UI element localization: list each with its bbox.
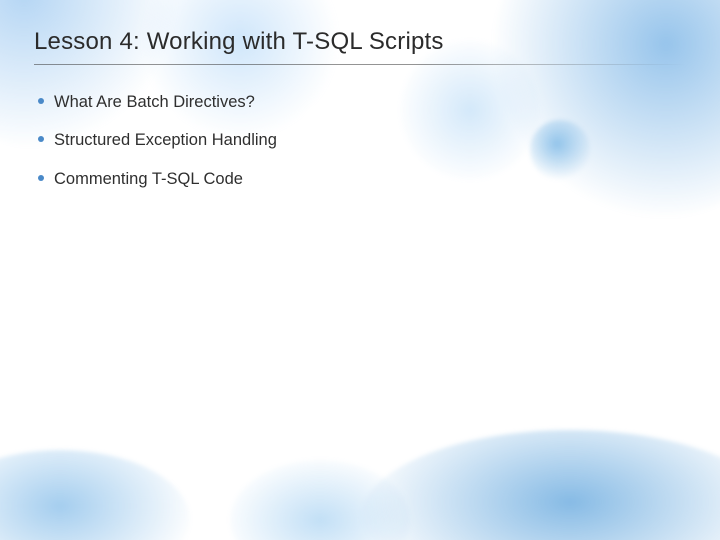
bg-blob	[0, 450, 190, 540]
slide-title: Lesson 4: Working with T-SQL Scripts	[34, 28, 686, 62]
list-item: What Are Batch Directives?	[38, 83, 686, 121]
list-item: Structured Exception Handling	[38, 121, 686, 159]
bullet-text: Commenting T-SQL Code	[54, 170, 243, 188]
list-item: Commenting T-SQL Code	[38, 160, 686, 198]
title-block: Lesson 4: Working with T-SQL Scripts	[34, 28, 686, 65]
bg-blob	[360, 430, 720, 540]
bullet-text: Structured Exception Handling	[54, 131, 277, 149]
slide: Lesson 4: Working with T-SQL Scripts Wha…	[0, 0, 720, 540]
title-underline	[34, 64, 686, 65]
slide-content: Lesson 4: Working with T-SQL Scripts Wha…	[0, 0, 720, 198]
bullet-text: What Are Batch Directives?	[54, 93, 255, 111]
bullet-list: What Are Batch Directives? Structured Ex…	[34, 83, 686, 198]
bg-blob	[230, 460, 410, 540]
